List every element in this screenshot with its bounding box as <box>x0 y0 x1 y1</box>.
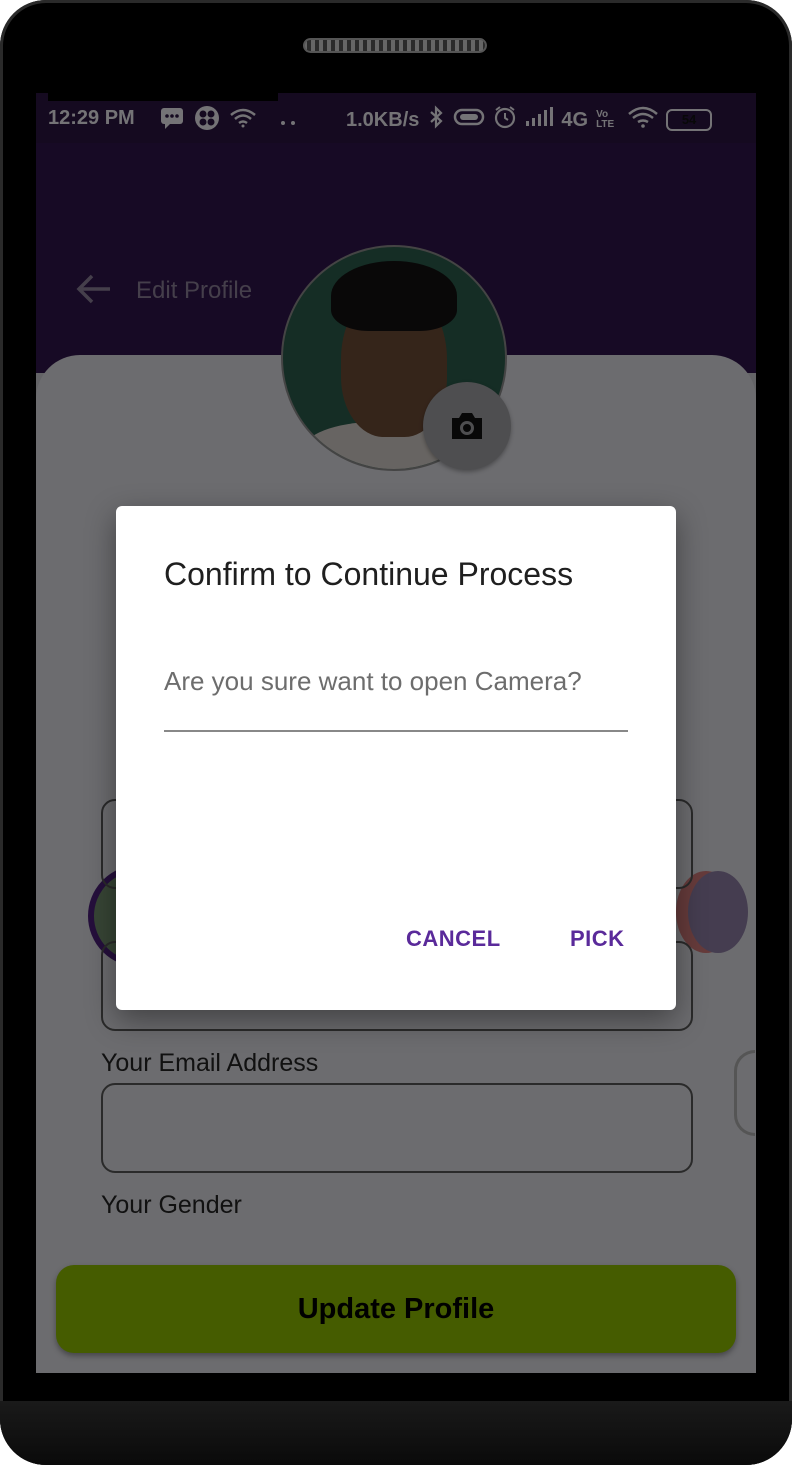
phone-chin <box>0 1401 792 1465</box>
status-notch <box>48 93 278 101</box>
pick-button[interactable]: PICK <box>570 926 625 952</box>
screen: 12:29 PM 1.0KB/s <box>36 93 756 1373</box>
dialog-message: Are you sure want to open Camera? <box>164 666 628 732</box>
dialog-title: Confirm to Continue Process <box>164 556 574 592</box>
confirm-dialog: Confirm to Continue Process Are you sure… <box>116 506 676 1010</box>
cancel-button[interactable]: CANCEL <box>406 926 501 952</box>
speaker-grill <box>303 38 487 53</box>
phone-frame: 12:29 PM 1.0KB/s <box>0 0 792 1465</box>
